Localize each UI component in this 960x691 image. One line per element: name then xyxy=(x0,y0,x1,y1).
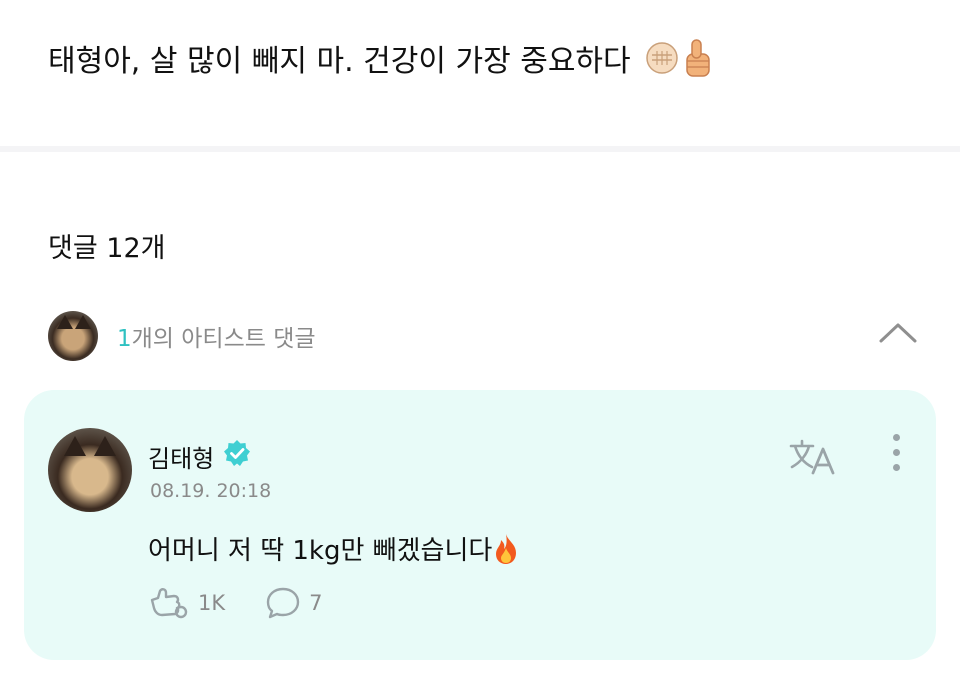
comment-timestamp: 08.19. 20:18 xyxy=(150,480,272,502)
post-text: 태형아, 살 많이 빼지 마. 건강이 가장 중요하다 xyxy=(48,36,713,80)
comment-actions: 1K 7 xyxy=(148,586,323,620)
reply-button[interactable]: 7 xyxy=(265,586,323,620)
like-button[interactable]: 1K xyxy=(148,586,225,620)
post-emojis xyxy=(645,38,713,78)
fire-emoji-icon xyxy=(496,533,517,564)
translate-icon xyxy=(789,439,835,475)
reply-count: 7 xyxy=(309,591,323,615)
more-vertical-icon xyxy=(888,434,904,471)
comment-text: 어머니 저 딱 1kg만 빼겠습니다 xyxy=(148,536,493,566)
like-hand-icon xyxy=(150,588,188,619)
artist-comment-text: 개의 아티스트 댓글 xyxy=(131,326,316,352)
chevron-up-icon xyxy=(879,323,917,343)
artist-comment-card: 김태형 08.19. 20:18 어머니 저 딱 1kg만 빼겠습니다 1K 7 xyxy=(24,390,936,660)
translate-button[interactable] xyxy=(788,438,836,480)
comment-author[interactable]: 김태형 xyxy=(148,438,252,474)
artist-comment-count: 1 xyxy=(117,326,132,352)
artist-comments-label: 1개의 아티스트 댓글 xyxy=(117,319,316,353)
avatar xyxy=(48,311,98,361)
thumbs-up-emoji-icon xyxy=(685,39,710,77)
collapse-button[interactable] xyxy=(878,318,918,346)
post-text-content: 태형아, 살 많이 빼지 마. 건강이 가장 중요하다 xyxy=(48,44,631,79)
verified-badge-icon xyxy=(222,438,252,474)
artist-comments-toggle[interactable]: 1개의 아티스트 댓글 xyxy=(48,311,316,361)
avatar[interactable] xyxy=(48,428,132,512)
comment-count: 댓글 12개 xyxy=(48,233,166,264)
like-count: 1K xyxy=(198,591,226,615)
section-divider xyxy=(0,146,960,152)
comment-body: 어머니 저 딱 1kg만 빼겠습니다 xyxy=(148,530,520,567)
author-name: 김태형 xyxy=(148,444,215,473)
fist-emoji-icon xyxy=(645,42,678,74)
more-options-button[interactable] xyxy=(888,434,904,474)
speech-bubble-icon xyxy=(266,587,300,619)
